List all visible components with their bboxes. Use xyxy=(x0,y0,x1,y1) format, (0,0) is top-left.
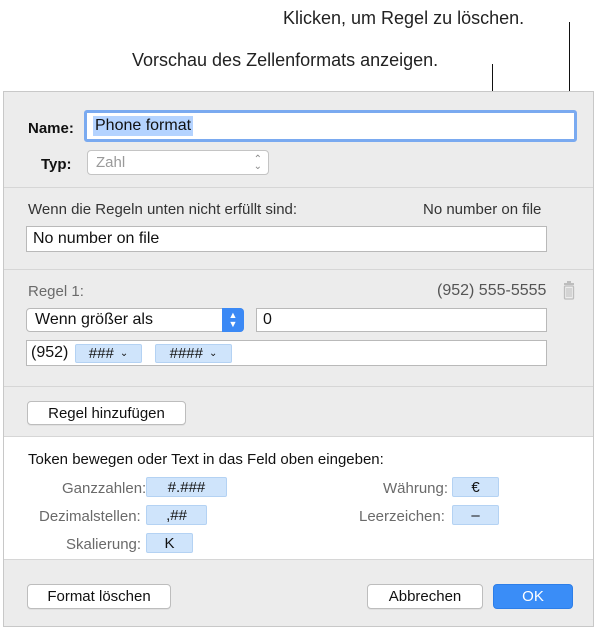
format-prefix: (952) xyxy=(31,344,69,361)
unmet-preview: No number on file xyxy=(423,201,542,218)
add-rule-button[interactable]: Regel hinzufügen xyxy=(27,401,186,425)
rule-threshold: 0 xyxy=(263,311,272,328)
divider xyxy=(4,269,593,270)
unmet-value: No number on file xyxy=(33,230,160,247)
trash-icon[interactable] xyxy=(559,279,579,301)
rule-condition: Wenn größer als xyxy=(35,311,153,328)
token-digits-4[interactable]: #### ⌄ xyxy=(155,344,232,363)
token-decimals[interactable]: ,## xyxy=(146,505,207,525)
cancel-button[interactable]: Abbrechen xyxy=(367,584,483,609)
popup-arrows-icon: ⌃ ⌄ xyxy=(253,154,262,172)
decimals-label: Dezimalstellen: xyxy=(39,508,141,525)
divider xyxy=(4,187,593,188)
type-value: Zahl xyxy=(96,154,126,171)
token-label: #### xyxy=(169,345,203,362)
divider xyxy=(4,386,593,387)
name-label: Name: xyxy=(28,120,74,137)
scaling-label: Skalierung: xyxy=(66,536,142,553)
delete-format-button[interactable]: Format löschen xyxy=(27,584,171,609)
chevron-down-icon: ⌄ xyxy=(119,348,129,359)
rule-preview: (952) 555-5555 xyxy=(437,282,547,299)
unmet-input[interactable]: No number on file xyxy=(26,226,547,252)
token-digits-3[interactable]: ### ⌄ xyxy=(75,344,142,363)
unmet-label: Wenn die Regeln unten nicht erfüllt sind… xyxy=(28,201,298,218)
tokens-panel: Token bewegen oder Text in das Feld oben… xyxy=(4,436,593,560)
space-label: Leerzeichen: xyxy=(359,508,445,525)
rule-condition-popup[interactable]: Wenn größer als ▲ ▼ xyxy=(26,308,244,332)
tokens-hint: Token bewegen oder Text in das Feld oben… xyxy=(28,451,384,468)
ok-button[interactable]: OK xyxy=(493,584,573,609)
currency-label: Währung: xyxy=(383,480,449,497)
token-scaling[interactable]: K xyxy=(146,533,193,553)
chevron-down-icon: ⌄ xyxy=(208,348,218,359)
callout-delete-rule: Klicken, um Regel zu löschen. xyxy=(283,8,525,28)
token-label: ### xyxy=(88,345,114,362)
token-integers[interactable]: #.### xyxy=(146,477,227,497)
rule-label: Regel 1: xyxy=(28,283,84,300)
type-label: Typ: xyxy=(41,156,72,173)
type-popup[interactable]: Zahl ⌃ ⌄ xyxy=(87,150,269,175)
popup-arrows-icon: ▲ ▼ xyxy=(222,308,244,332)
token-currency[interactable]: € xyxy=(452,477,499,497)
format-dialog: Name: Phone format Typ: Zahl ⌃ ⌄ Wenn die… xyxy=(3,91,594,627)
name-input[interactable]: Phone format xyxy=(84,110,577,142)
integers-label: Ganzzahlen: xyxy=(62,480,147,497)
name-value: Phone format xyxy=(93,116,194,136)
token-space[interactable]: – xyxy=(452,505,499,525)
rule-threshold-input[interactable]: 0 xyxy=(256,308,547,332)
callout-preview-format: Vorschau des Zellenformats anzeigen. xyxy=(132,50,439,70)
